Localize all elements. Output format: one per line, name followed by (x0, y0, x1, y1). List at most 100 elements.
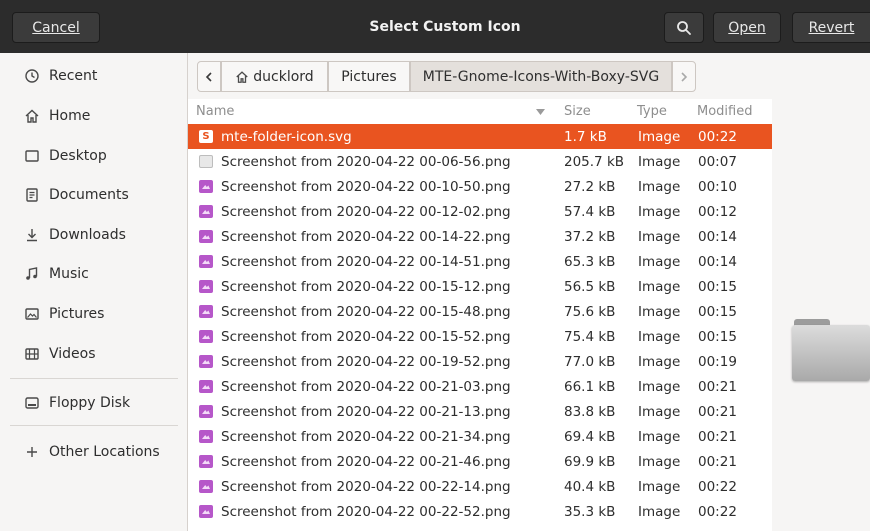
table-row[interactable]: Screenshot from 2020-04-22 00-21-13.png 8… (188, 399, 772, 424)
sidebar-item-pictures[interactable]: Pictures (0, 296, 187, 332)
file-type: Image (638, 503, 681, 520)
png-file-icon (199, 430, 213, 443)
sidebar-item-floppy-disk[interactable]: Floppy Disk (0, 385, 187, 421)
file-name: Screenshot from 2020-04-22 00-21-34.png (221, 428, 511, 445)
png-file-icon (199, 205, 213, 218)
table-row[interactable]: Screenshot from 2020-04-22 00-21-46.png 6… (188, 449, 772, 474)
file-name: Screenshot from 2020-04-22 00-15-52.png (221, 328, 511, 345)
file-size: 75.4 kB (564, 328, 616, 345)
cancel-label: Cancel (32, 19, 80, 36)
file-list: Name Size Type Modified Smte-folder-icon… (188, 99, 772, 531)
sidebar-item-downloads[interactable]: Downloads (0, 217, 187, 253)
plus-icon (22, 442, 42, 462)
sidebar-item-label: Videos (49, 346, 96, 362)
file-size: 56.5 kB (564, 278, 616, 295)
places-sidebar: Recent Home Desktop Documents Downloads … (0, 53, 188, 531)
file-type: Image (638, 203, 681, 220)
file-size: 27.2 kB (564, 178, 616, 195)
column-header-modified[interactable]: Modified (697, 99, 772, 124)
file-modified: 00:22 (698, 503, 737, 520)
table-row[interactable]: Screenshot from 2020-04-22 00-15-48.png 7… (188, 299, 772, 324)
chevron-right-icon (681, 71, 688, 82)
path-segment-label: Pictures (341, 68, 397, 85)
table-row[interactable]: Screenshot from 2020-04-22 00-19-52.png 7… (188, 349, 772, 374)
sidebar-item-music[interactable]: Music (0, 256, 187, 292)
png-file-icon (199, 230, 213, 243)
path-segment-current[interactable]: MTE-Gnome-Icons-With-Boxy-SVG (410, 61, 672, 92)
table-row[interactable]: Screenshot from 2020-04-22 00-06-56.png 2… (188, 149, 772, 174)
png-file-icon (199, 480, 213, 493)
table-row[interactable]: Screenshot from 2020-04-22 00-14-51.png 6… (188, 249, 772, 274)
table-row[interactable]: Screenshot from 2020-04-22 00-21-34.png 6… (188, 424, 772, 449)
sidebar-item-label: Downloads (49, 227, 126, 243)
sidebar-item-other-locations[interactable]: Other Locations (0, 434, 187, 470)
file-name: Screenshot from 2020-04-22 00-14-22.png (221, 228, 511, 245)
table-row[interactable]: Screenshot from 2020-04-22 00-15-12.png 5… (188, 274, 772, 299)
file-size: 69.9 kB (564, 453, 616, 470)
sidebar-item-videos[interactable]: Videos (0, 336, 187, 372)
clock-icon (22, 66, 42, 86)
table-row[interactable]: Screenshot from 2020-04-22 00-14-22.png 3… (188, 224, 772, 249)
sidebar-item-home[interactable]: Home (0, 98, 187, 134)
path-back-button[interactable] (197, 61, 221, 92)
drive-icon (22, 393, 42, 413)
generic-image-icon (199, 155, 213, 168)
file-type: Image (638, 328, 681, 345)
file-size: 37.2 kB (564, 228, 616, 245)
path-segment-pictures[interactable]: Pictures (328, 61, 410, 92)
search-icon (677, 20, 691, 35)
file-type: Image (638, 453, 681, 470)
column-header-name[interactable]: Name (196, 99, 556, 124)
cancel-button[interactable]: Cancel (12, 12, 100, 43)
revert-button[interactable]: Revert (792, 12, 870, 43)
column-header-size[interactable]: Size (564, 99, 628, 124)
column-header-label: Size (564, 104, 591, 119)
table-row[interactable]: Screenshot from 2020-04-22 00-15-52.png 7… (188, 324, 772, 349)
column-header-type[interactable]: Type (637, 99, 689, 124)
path-bar: ducklord Pictures MTE-Gnome-Icons-With-B… (188, 53, 870, 99)
sidebar-item-recent[interactable]: Recent (0, 58, 187, 94)
file-size: 69.4 kB (564, 428, 616, 445)
png-file-icon (199, 280, 213, 293)
file-modified: 00:12 (698, 203, 737, 220)
file-name: Screenshot from 2020-04-22 00-21-03.png (221, 378, 511, 395)
svg-file-icon: S (199, 130, 213, 143)
table-row[interactable]: Screenshot from 2020-04-22 00-21-03.png 6… (188, 374, 772, 399)
file-modified: 00:14 (698, 228, 737, 245)
file-modified: 00:14 (698, 253, 737, 270)
file-size: 57.4 kB (564, 203, 616, 220)
download-icon (22, 225, 42, 245)
chevron-left-icon (205, 71, 212, 82)
file-size: 77.0 kB (564, 353, 616, 370)
table-row[interactable]: Screenshot from 2020-04-22 00-10-50.png 2… (188, 174, 772, 199)
file-size: 83.8 kB (564, 403, 616, 420)
png-file-icon (199, 305, 213, 318)
file-name: Screenshot from 2020-04-22 00-15-48.png (221, 303, 511, 320)
sidebar-item-label: Pictures (49, 306, 105, 322)
file-name: Screenshot from 2020-04-22 00-14-51.png (221, 253, 511, 270)
file-modified: 00:21 (698, 453, 737, 470)
png-file-icon (199, 505, 213, 518)
file-name: Screenshot from 2020-04-22 00-22-52.png (221, 503, 511, 520)
path-segment-ducklord[interactable]: ducklord (221, 61, 328, 92)
file-name: Screenshot from 2020-04-22 00-21-46.png (221, 453, 511, 470)
table-row[interactable]: Smte-folder-icon.svg 1.7 kB Image 00:22 (188, 124, 772, 149)
sidebar-item-documents[interactable]: Documents (0, 177, 187, 213)
search-button[interactable] (664, 12, 704, 43)
file-modified: 00:15 (698, 278, 737, 295)
table-row[interactable]: Screenshot from 2020-04-22 00-22-52.png 3… (188, 499, 772, 524)
table-row[interactable]: Screenshot from 2020-04-22 00-22-14.png 4… (188, 474, 772, 499)
table-row[interactable]: Screenshot from 2020-04-22 00-12-02.png 5… (188, 199, 772, 224)
path-segment-label: MTE-Gnome-Icons-With-Boxy-SVG (422, 68, 660, 85)
file-modified: 00:07 (698, 153, 737, 170)
file-name: Screenshot from 2020-04-22 00-19-52.png (221, 353, 511, 370)
sidebar-item-label: Documents (49, 187, 129, 203)
column-header-label: Modified (697, 104, 753, 119)
sidebar-item-desktop[interactable]: Desktop (0, 138, 187, 174)
image-icon (22, 304, 42, 324)
path-forward-button[interactable] (672, 61, 696, 92)
png-file-icon (199, 405, 213, 418)
open-button[interactable]: Open (713, 12, 781, 43)
file-type: Image (638, 403, 681, 420)
file-type: Image (638, 378, 681, 395)
